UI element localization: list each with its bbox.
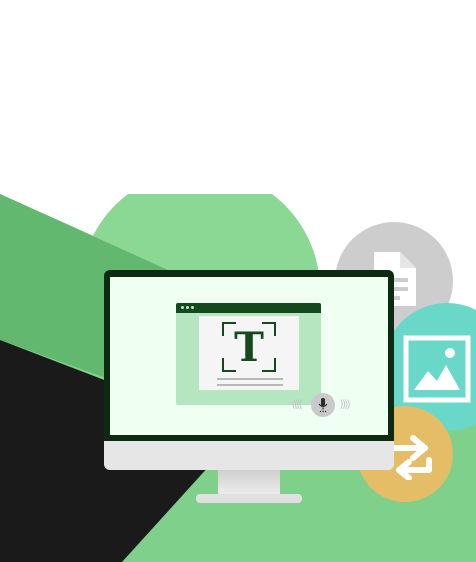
window-dot-icon — [191, 306, 194, 309]
image-icon — [403, 335, 471, 403]
hero-illustration: T (((( )))) — [0, 0, 476, 562]
text-line — [217, 378, 283, 380]
microphone-badge — [311, 393, 335, 417]
sound-wave-left-icon: (((( — [292, 399, 302, 410]
document-page: T — [199, 316, 299, 390]
monitor-stand-base — [196, 494, 302, 503]
window-dot-icon — [186, 306, 189, 309]
microphone-icon — [318, 398, 328, 413]
sound-wave-right-icon: )))) — [340, 399, 350, 410]
app-window: T — [176, 303, 321, 405]
text-glyph: T — [234, 324, 264, 371]
text-scan-icon: T — [199, 316, 299, 376]
text-line — [217, 384, 283, 386]
monitor-stand-neck — [218, 470, 280, 496]
monitor-chin — [104, 441, 394, 470]
app-titlebar — [176, 303, 321, 313]
window-dot-icon — [181, 306, 184, 309]
